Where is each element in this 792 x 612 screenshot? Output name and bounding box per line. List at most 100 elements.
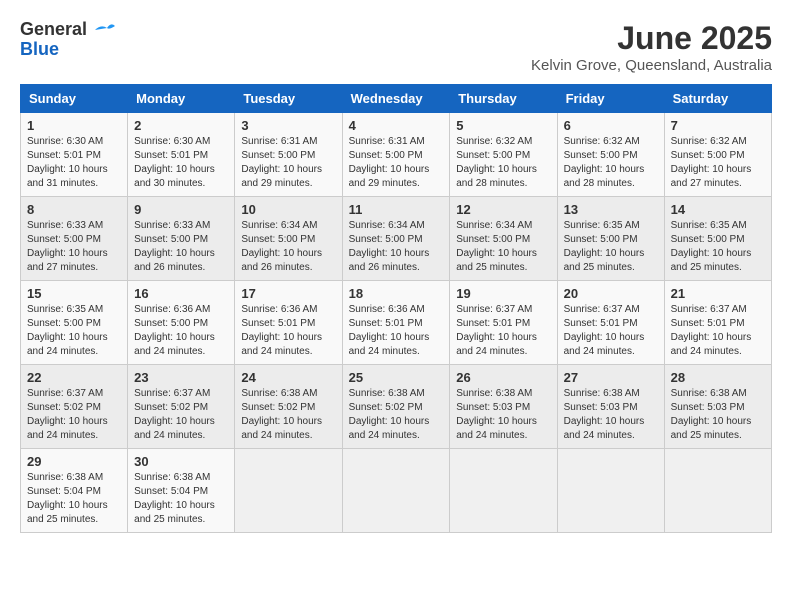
logo-text: General: [20, 20, 115, 40]
day-info: Sunrise: 6:37 AMSunset: 5:02 PMDaylight:…: [27, 387, 121, 443]
day-info: Sunrise: 6:30 AMSunset: 5:01 PMDaylight:…: [134, 135, 228, 191]
calendar-cell: 12 Sunrise: 6:34 AMSunset: 5:00 PMDayligh…: [450, 197, 557, 281]
day-info: Sunrise: 6:38 AMSunset: 5:02 PMDaylight:…: [241, 387, 335, 443]
day-number: 28: [671, 370, 765, 385]
day-number: 30: [134, 454, 228, 469]
day-info: Sunrise: 6:38 AMSunset: 5:03 PMDaylight:…: [671, 387, 765, 443]
day-number: 15: [27, 286, 121, 301]
calendar-cell: 16 Sunrise: 6:36 AMSunset: 5:00 PMDayligh…: [128, 281, 235, 365]
calendar-cell: 21 Sunrise: 6:37 AMSunset: 5:01 PMDayligh…: [664, 281, 771, 365]
day-info: Sunrise: 6:38 AMSunset: 5:04 PMDaylight:…: [134, 471, 228, 527]
day-number: 27: [564, 370, 658, 385]
day-number: 14: [671, 202, 765, 217]
calendar-cell: 22Sunrise: 6:37 AMSunset: 5:02 PMDayligh…: [21, 365, 128, 449]
day-info: Sunrise: 6:38 AMSunset: 5:03 PMDaylight:…: [456, 387, 550, 443]
day-number: 3: [241, 118, 335, 133]
calendar-cell: 17Sunrise: 6:36 AMSunset: 5:01 PMDayligh…: [235, 281, 342, 365]
calendar-cell: 9Sunrise: 6:33 AMSunset: 5:00 PMDaylight…: [128, 197, 235, 281]
day-info: Sunrise: 6:36 AMSunset: 5:01 PMDaylight:…: [241, 303, 335, 359]
calendar-cell: 6 Sunrise: 6:32 AMSunset: 5:00 PMDaylight…: [557, 113, 664, 197]
day-number: 4: [349, 118, 444, 133]
day-info: Sunrise: 6:31 AMSunset: 5:00 PMDaylight:…: [349, 135, 444, 191]
calendar-cell: 23 Sunrise: 6:37 AMSunset: 5:02 PMDayligh…: [128, 365, 235, 449]
calendar-week-4: 29 Sunrise: 6:38 AMSunset: 5:04 PMDayligh…: [21, 449, 772, 533]
day-info: Sunrise: 6:32 AMSunset: 5:00 PMDaylight:…: [671, 135, 765, 191]
day-number: 9: [134, 202, 228, 217]
calendar-week-1: 8 Sunrise: 6:33 AMSunset: 5:00 PMDaylight…: [21, 197, 772, 281]
day-number: 8: [27, 202, 121, 217]
day-number: 18: [349, 286, 444, 301]
day-info: Sunrise: 6:35 AMSunset: 5:00 PMDaylight:…: [27, 303, 121, 359]
calendar-cell: 3 Sunrise: 6:31 AMSunset: 5:00 PMDaylight…: [235, 113, 342, 197]
day-info: Sunrise: 6:38 AMSunset: 5:03 PMDaylight:…: [564, 387, 658, 443]
day-info: Sunrise: 6:38 AMSunset: 5:02 PMDaylight:…: [349, 387, 444, 443]
calendar-cell: 15 Sunrise: 6:35 AMSunset: 5:00 PMDayligh…: [21, 281, 128, 365]
weekday-header-sunday: Sunday: [21, 85, 128, 113]
weekday-header-friday: Friday: [557, 85, 664, 113]
day-number: 24: [241, 370, 335, 385]
day-number: 10: [241, 202, 335, 217]
calendar-cell: 10 Sunrise: 6:34 AMSunset: 5:00 PMDayligh…: [235, 197, 342, 281]
logo: General Blue: [20, 20, 115, 60]
day-info: Sunrise: 6:34 AMSunset: 5:00 PMDaylight:…: [241, 219, 335, 275]
day-info: Sunrise: 6:37 AMSunset: 5:01 PMDaylight:…: [564, 303, 658, 359]
weekday-header-thursday: Thursday: [450, 85, 557, 113]
weekday-header-row: SundayMondayTuesdayWednesdayThursdayFrid…: [21, 85, 772, 113]
day-info: Sunrise: 6:37 AMSunset: 5:01 PMDaylight:…: [456, 303, 550, 359]
day-number: 19: [456, 286, 550, 301]
day-number: 1: [27, 118, 121, 133]
day-number: 12: [456, 202, 550, 217]
calendar-cell: 13Sunrise: 6:35 AMSunset: 5:00 PMDayligh…: [557, 197, 664, 281]
logo-blue-text: Blue: [20, 40, 59, 60]
calendar-cell: 25 Sunrise: 6:38 AMSunset: 5:02 PMDayligh…: [342, 365, 450, 449]
day-info: Sunrise: 6:32 AMSunset: 5:00 PMDaylight:…: [456, 135, 550, 191]
calendar-cell: 29 Sunrise: 6:38 AMSunset: 5:04 PMDayligh…: [21, 449, 128, 533]
calendar-cell: 24 Sunrise: 6:38 AMSunset: 5:02 PMDayligh…: [235, 365, 342, 449]
calendar-cell: 8 Sunrise: 6:33 AMSunset: 5:00 PMDaylight…: [21, 197, 128, 281]
day-info: Sunrise: 6:33 AMSunset: 5:00 PMDaylight:…: [27, 219, 121, 275]
location-title: Kelvin Grove, Queensland, Australia: [531, 57, 772, 74]
day-info: Sunrise: 6:36 AMSunset: 5:01 PMDaylight:…: [349, 303, 444, 359]
weekday-header-monday: Monday: [128, 85, 235, 113]
day-number: 16: [134, 286, 228, 301]
month-title: June 2025: [531, 20, 772, 57]
calendar-cell: 19 Sunrise: 6:37 AMSunset: 5:01 PMDayligh…: [450, 281, 557, 365]
day-number: 25: [349, 370, 444, 385]
calendar-cell: 18 Sunrise: 6:36 AMSunset: 5:01 PMDayligh…: [342, 281, 450, 365]
day-info: Sunrise: 6:36 AMSunset: 5:00 PMDaylight:…: [134, 303, 228, 359]
day-number: 5: [456, 118, 550, 133]
calendar-table: SundayMondayTuesdayWednesdayThursdayFrid…: [20, 84, 772, 533]
calendar-cell: 28 Sunrise: 6:38 AMSunset: 5:03 PMDayligh…: [664, 365, 771, 449]
calendar-week-2: 15 Sunrise: 6:35 AMSunset: 5:00 PMDayligh…: [21, 281, 772, 365]
weekday-header-wednesday: Wednesday: [342, 85, 450, 113]
calendar-week-3: 22Sunrise: 6:37 AMSunset: 5:02 PMDayligh…: [21, 365, 772, 449]
day-info: Sunrise: 6:34 AMSunset: 5:00 PMDaylight:…: [349, 219, 444, 275]
day-info: Sunrise: 6:35 AMSunset: 5:00 PMDaylight:…: [564, 219, 658, 275]
calendar-week-0: 1 Sunrise: 6:30 AMSunset: 5:01 PMDaylight…: [21, 113, 772, 197]
logo-bird-icon: [93, 22, 115, 38]
day-info: Sunrise: 6:37 AMSunset: 5:01 PMDaylight:…: [671, 303, 765, 359]
day-number: 26: [456, 370, 550, 385]
day-info: Sunrise: 6:34 AMSunset: 5:00 PMDaylight:…: [456, 219, 550, 275]
calendar-cell: [342, 449, 450, 533]
calendar-cell: 2Sunrise: 6:30 AMSunset: 5:01 PMDaylight…: [128, 113, 235, 197]
day-info: Sunrise: 6:31 AMSunset: 5:00 PMDaylight:…: [241, 135, 335, 191]
calendar-cell: 5 Sunrise: 6:32 AMSunset: 5:00 PMDaylight…: [450, 113, 557, 197]
calendar-cell: [235, 449, 342, 533]
calendar-cell: 7Sunrise: 6:32 AMSunset: 5:00 PMDaylight…: [664, 113, 771, 197]
calendar-cell: 1Sunrise: 6:30 AMSunset: 5:01 PMDaylight…: [21, 113, 128, 197]
calendar-cell: 27 Sunrise: 6:38 AMSunset: 5:03 PMDayligh…: [557, 365, 664, 449]
day-number: 23: [134, 370, 228, 385]
calendar-cell: 14Sunrise: 6:35 AMSunset: 5:00 PMDayligh…: [664, 197, 771, 281]
day-info: Sunrise: 6:38 AMSunset: 5:04 PMDaylight:…: [27, 471, 121, 527]
calendar-cell: 11 Sunrise: 6:34 AMSunset: 5:00 PMDayligh…: [342, 197, 450, 281]
calendar-cell: [450, 449, 557, 533]
day-number: 21: [671, 286, 765, 301]
day-number: 6: [564, 118, 658, 133]
day-info: Sunrise: 6:32 AMSunset: 5:00 PMDaylight:…: [564, 135, 658, 191]
calendar-cell: 20Sunrise: 6:37 AMSunset: 5:01 PMDayligh…: [557, 281, 664, 365]
day-number: 29: [27, 454, 121, 469]
day-number: 11: [349, 202, 444, 217]
calendar-cell: 30 Sunrise: 6:38 AMSunset: 5:04 PMDayligh…: [128, 449, 235, 533]
day-info: Sunrise: 6:37 AMSunset: 5:02 PMDaylight:…: [134, 387, 228, 443]
